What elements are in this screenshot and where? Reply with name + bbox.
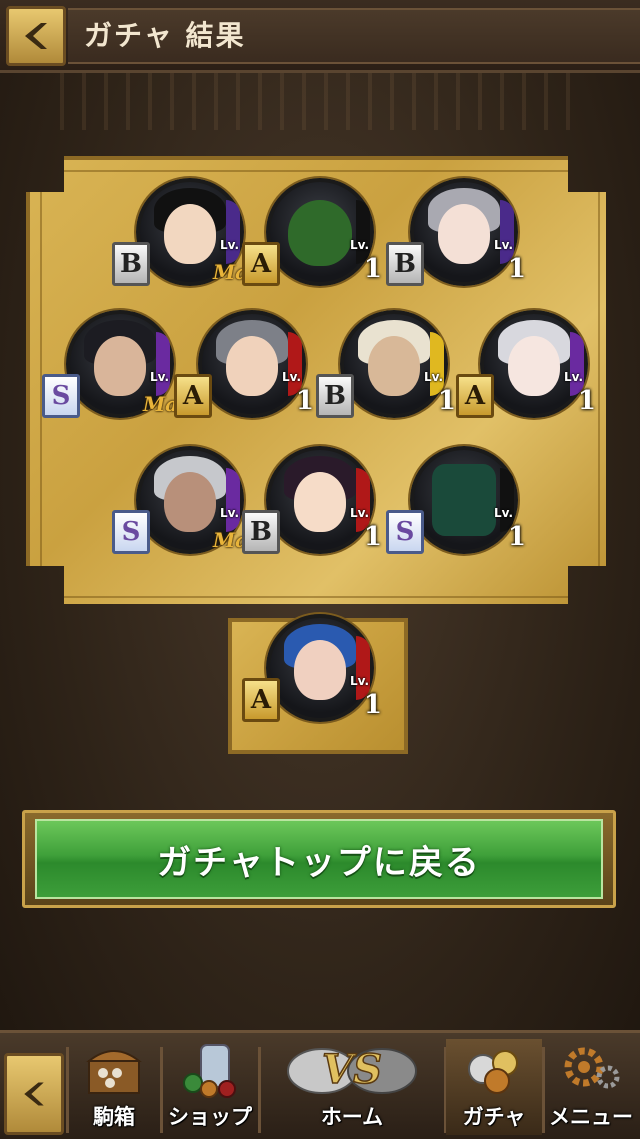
level-value: 1 <box>295 386 314 416</box>
rank-badge: B <box>316 374 354 418</box>
header-bar: ガチャ 結果 <box>0 0 640 73</box>
rank-badge: A <box>456 374 494 418</box>
rank-badge: B <box>112 242 150 286</box>
nav-back-button[interactable] <box>4 1053 64 1135</box>
level-label: Lv. <box>350 674 370 688</box>
result-card[interactable]: B Lv. 1 <box>386 178 536 298</box>
gears-icon <box>564 1047 620 1089</box>
return-to-gacha-top-button[interactable]: ガチャトップに戻る <box>22 810 616 908</box>
nav-item-box[interactable]: 駒箱 <box>68 1039 160 1135</box>
nav-label: 駒箱 <box>93 1105 135 1129</box>
nav-item-shop[interactable]: ショップ <box>162 1039 258 1135</box>
rank-badge: S <box>112 510 150 554</box>
nav-item-menu[interactable]: メニュー <box>544 1039 638 1135</box>
chevron-left-icon <box>25 23 47 49</box>
level-value: 1 <box>437 386 456 416</box>
nav-label: メニュー <box>549 1105 633 1129</box>
rank-badge: S <box>386 510 424 554</box>
vs-home-icon: VS <box>287 1045 417 1094</box>
level-label: Lv. <box>494 238 514 252</box>
level-value: 1 <box>363 522 382 552</box>
gacha-coins-icon <box>468 1050 518 1094</box>
svg-text:VS: VS <box>322 1046 382 1093</box>
result-card[interactable]: B Lv. 1 <box>242 446 392 566</box>
result-card[interactable]: A Lv. 1 <box>456 310 606 430</box>
level-label: Lv. <box>350 506 370 520</box>
treasure-chest-icon <box>86 1050 142 1094</box>
result-card[interactable]: S Lv. Max <box>42 310 192 430</box>
result-card[interactable]: A Lv. 1 <box>242 178 392 298</box>
level-label: Lv. <box>282 370 302 384</box>
coin-jar-icon <box>183 1044 236 1098</box>
nav-label: ガチャ <box>462 1105 526 1129</box>
bonus-result-card[interactable]: A Lv. 1 <box>242 614 392 734</box>
bottom-nav: 駒箱 ショップ VS ホーム ガチャ メニュー <box>0 1030 640 1139</box>
level-value: 1 <box>577 386 596 416</box>
result-card[interactable]: A Lv. 1 <box>174 310 324 430</box>
result-card[interactable]: S Lv. 1 <box>386 446 536 566</box>
page-title: ガチャ 結果 <box>84 19 246 52</box>
level-label: Lv. <box>220 506 240 520</box>
nav-item-gacha[interactable]: ガチャ <box>446 1039 542 1135</box>
rank-badge: A <box>242 242 280 286</box>
result-card[interactable]: S Lv. Max <box>112 446 262 566</box>
level-value: 1 <box>363 690 382 720</box>
level-value: 1 <box>507 254 526 284</box>
back-button[interactable] <box>6 6 66 66</box>
result-card[interactable]: B Lv. Max <box>112 178 262 298</box>
rank-badge: A <box>174 374 212 418</box>
level-label: Lv. <box>220 238 240 252</box>
chevron-left-icon <box>24 1082 44 1106</box>
nav-label: ショップ <box>168 1105 252 1129</box>
rank-badge: B <box>386 242 424 286</box>
rank-badge: A <box>242 678 280 722</box>
nav-item-home[interactable]: VS ホーム <box>260 1039 444 1135</box>
return-to-gacha-top-label: ガチャトップに戻る <box>35 819 603 899</box>
rank-badge: S <box>42 374 80 418</box>
level-label: Lv. <box>350 238 370 252</box>
level-label: Lv. <box>564 370 584 384</box>
level-label: Lv. <box>424 370 444 384</box>
level-value: 1 <box>507 522 526 552</box>
rank-badge: B <box>242 510 280 554</box>
level-value: 1 <box>363 254 382 284</box>
result-card[interactable]: B Lv. 1 <box>316 310 466 430</box>
background-pattern <box>60 70 580 130</box>
nav-label: ホーム <box>320 1105 384 1129</box>
level-label: Lv. <box>150 370 170 384</box>
level-label: Lv. <box>494 506 514 520</box>
